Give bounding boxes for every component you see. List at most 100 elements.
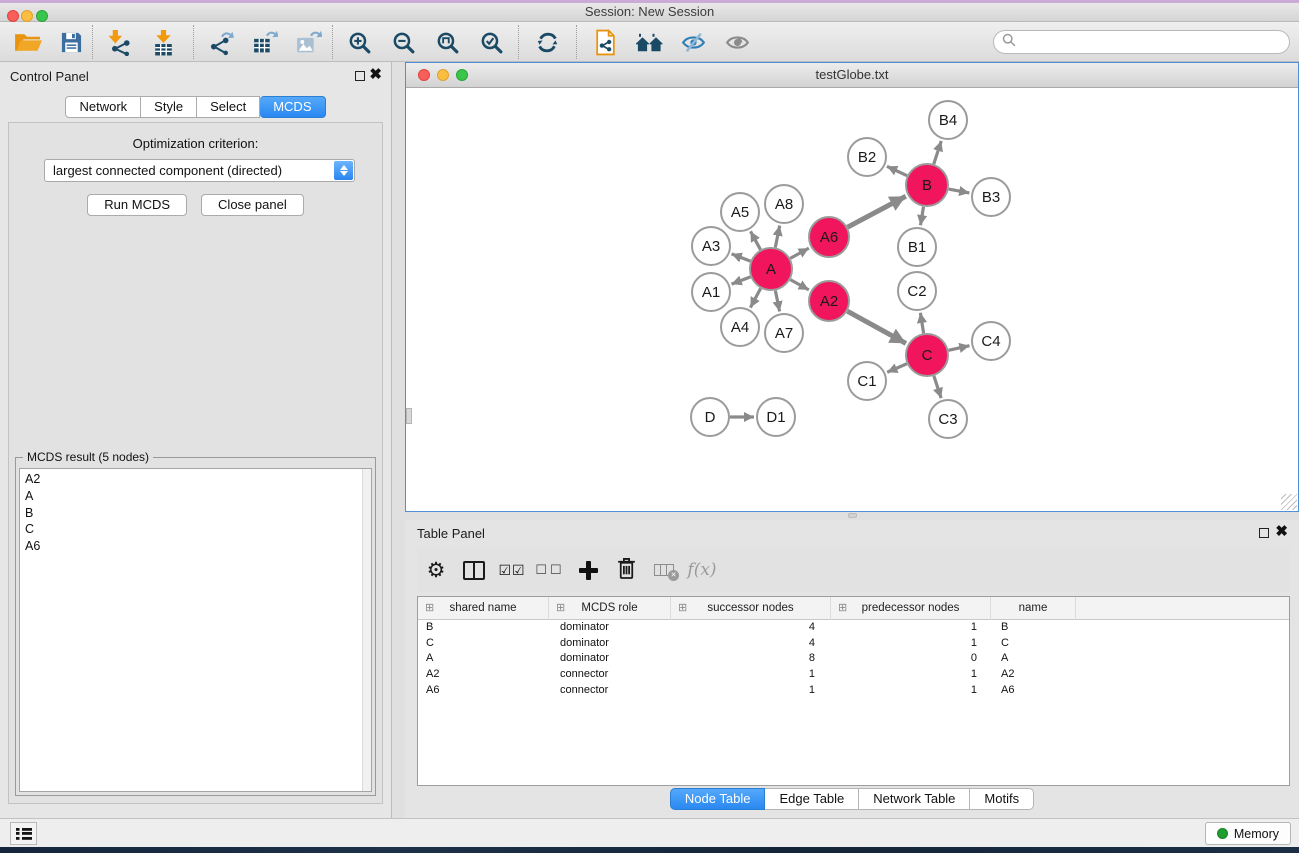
split-pane-handle[interactable] xyxy=(848,513,857,518)
table-cell[interactable]: dominator xyxy=(549,651,671,667)
network-canvas[interactable]: B4B2BB3A8A5A6A3B1AC2A1A2A4A7C4CC1DD1C3 xyxy=(406,88,1298,511)
graph-edge-A-A2[interactable] xyxy=(790,280,809,290)
table-cell[interactable]: C xyxy=(991,636,1076,652)
zoom-in-button[interactable] xyxy=(340,24,378,60)
select-stepper-icon[interactable] xyxy=(334,161,353,180)
float-table-panel-icon[interactable] xyxy=(1259,528,1269,538)
graph-edge-A6-B[interactable] xyxy=(848,196,906,227)
graph-node-B3[interactable]: B3 xyxy=(972,178,1010,216)
graph-node-A7[interactable]: A7 xyxy=(765,314,803,352)
graph-node-A[interactable]: A xyxy=(750,248,792,290)
table-cell[interactable]: 8 xyxy=(671,651,831,667)
graph-edge-B-B4[interactable] xyxy=(934,141,941,164)
export-table-button[interactable] xyxy=(245,24,283,60)
import-network-button[interactable] xyxy=(100,24,138,60)
table-cell[interactable]: A6 xyxy=(991,683,1076,699)
graph-node-A8[interactable]: A8 xyxy=(765,185,803,223)
column-header[interactable]: ⊞MCDS role xyxy=(549,597,671,620)
graph-node-A6[interactable]: A6 xyxy=(809,217,849,257)
show-column-button[interactable] xyxy=(455,551,493,589)
table-cell[interactable]: A xyxy=(991,651,1076,667)
graph-edge-C-C4[interactable] xyxy=(948,346,969,351)
function-builder-button[interactable]: f(x) xyxy=(683,551,721,589)
delete-row-button[interactable] xyxy=(607,551,645,589)
graph-node-B4[interactable]: B4 xyxy=(929,101,967,139)
show-parent-network-button[interactable] xyxy=(630,24,668,60)
table-cell[interactable]: 1 xyxy=(671,683,831,699)
window-resize-grip[interactable] xyxy=(1281,494,1297,510)
graph-edge-A2-C[interactable] xyxy=(847,311,906,343)
table-cell[interactable]: A xyxy=(418,651,549,667)
table-cell[interactable]: 1 xyxy=(831,667,991,683)
open-session-button[interactable] xyxy=(8,24,46,60)
graph-node-C1[interactable]: C1 xyxy=(848,362,886,400)
tab-motifs[interactable]: Motifs xyxy=(970,788,1034,810)
table-cell[interactable]: B xyxy=(418,620,549,636)
graph-node-B2[interactable]: B2 xyxy=(848,138,886,176)
table-settings-button[interactable]: ⚙ xyxy=(417,551,455,589)
table-cell[interactable]: 1 xyxy=(671,667,831,683)
table-cell[interactable]: 4 xyxy=(671,636,831,652)
float-panel-icon[interactable] xyxy=(355,71,365,81)
column-header[interactable]: ⊞predecessor nodes xyxy=(831,597,991,620)
close-panel-button[interactable]: Close panel xyxy=(201,194,304,216)
table-cell[interactable]: A6 xyxy=(418,683,549,699)
import-table-button[interactable] xyxy=(144,24,182,60)
delete-table-button[interactable] xyxy=(645,551,683,589)
search-field[interactable] xyxy=(993,30,1290,54)
network-scrollbar-handle[interactable] xyxy=(406,408,412,424)
network-graph[interactable]: B4B2BB3A8A5A6A3B1AC2A1A2A4A7C4CC1DD1C3 xyxy=(406,88,1298,511)
table-row[interactable]: Bdominator41B xyxy=(418,620,1289,636)
graph-edge-C-C3[interactable] xyxy=(934,376,941,398)
select-all-checks-button[interactable]: ☑☑ xyxy=(493,551,531,589)
graph-node-A3[interactable]: A3 xyxy=(692,227,730,265)
task-history-button[interactable] xyxy=(10,822,37,845)
close-panel-icon[interactable]: ✖ xyxy=(369,65,382,85)
result-list-scrollbar[interactable] xyxy=(362,469,371,791)
table-row[interactable]: Cdominator41C xyxy=(418,636,1289,652)
tab-node-table[interactable]: Node Table xyxy=(670,788,766,810)
table-cell[interactable]: dominator xyxy=(549,636,671,652)
column-header[interactable]: ⊞successor nodes xyxy=(671,597,831,620)
save-session-button[interactable] xyxy=(52,24,90,60)
table-cell[interactable]: 1 xyxy=(831,683,991,699)
table-cell[interactable]: 1 xyxy=(831,636,991,652)
create-network-from-selection-button[interactable] xyxy=(586,24,624,60)
table-cell[interactable]: 1 xyxy=(831,620,991,636)
hide-selected-button[interactable] xyxy=(674,24,712,60)
column-header[interactable]: name xyxy=(991,597,1076,620)
graph-node-A4[interactable]: A4 xyxy=(721,308,759,346)
graph-edge-C-C1[interactable] xyxy=(887,364,907,373)
export-network-button[interactable] xyxy=(201,24,239,60)
graph-node-B[interactable]: B xyxy=(906,164,948,206)
export-image-button[interactable] xyxy=(289,24,327,60)
table-cell[interactable]: A2 xyxy=(991,667,1076,683)
table-cell[interactable]: dominator xyxy=(549,620,671,636)
table-cell[interactable]: 0 xyxy=(831,651,991,667)
table-cell[interactable]: connector xyxy=(549,667,671,683)
graph-edge-A-A1[interactable] xyxy=(732,277,751,284)
table-cell[interactable]: 4 xyxy=(671,620,831,636)
graph-edge-A-A3[interactable] xyxy=(732,254,751,261)
graph-node-C[interactable]: C xyxy=(906,334,948,376)
graph-edge-A-A6[interactable] xyxy=(790,248,809,258)
graph-edge-A-A4[interactable] xyxy=(750,288,760,307)
graph-edge-A-A7[interactable] xyxy=(775,291,779,312)
optimization-criterion-select[interactable]: largest connected component (directed) xyxy=(44,159,355,182)
graph-edge-C-C2[interactable] xyxy=(920,313,923,334)
tab-select[interactable]: Select xyxy=(197,96,260,118)
graph-edge-B-B3[interactable] xyxy=(949,189,970,193)
graph-edge-A-A5[interactable] xyxy=(751,231,761,249)
mcds-result-list[interactable]: A2ABCA6 xyxy=(19,468,372,792)
column-header[interactable]: ⊞shared name xyxy=(418,597,549,620)
result-list-item[interactable]: C xyxy=(20,521,371,538)
tab-edge-table[interactable]: Edge Table xyxy=(765,788,859,810)
graph-node-A1[interactable]: A1 xyxy=(692,273,730,311)
graph-edge-B-B2[interactable] xyxy=(887,166,907,175)
add-row-button[interactable] xyxy=(569,551,607,589)
graph-edge-B-B1[interactable] xyxy=(921,207,924,226)
table-cell[interactable]: connector xyxy=(549,683,671,699)
run-mcds-button[interactable]: Run MCDS xyxy=(87,194,187,216)
main-titlebar[interactable]: Session: New Session xyxy=(0,3,1299,22)
tab-network-table[interactable]: Network Table xyxy=(859,788,970,810)
